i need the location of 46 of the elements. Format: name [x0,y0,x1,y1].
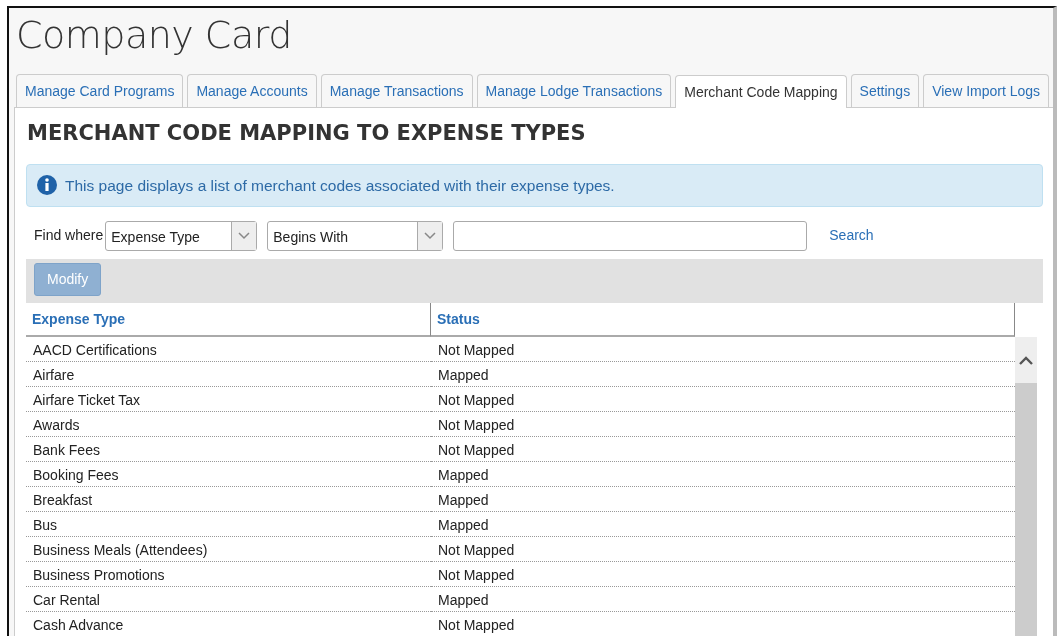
tab[interactable]: Merchant Code Mapping [675,75,847,108]
tab[interactable]: Manage Lodge Transactions [476,74,672,107]
table-cell: Not Mapped [431,411,1015,437]
column-header[interactable]: Status [431,302,1015,337]
dropdown[interactable]: Begins With [267,220,444,251]
table-cell: Mapped [431,461,1015,487]
tab[interactable]: Settings [850,74,920,107]
section-heading: MERCHANT CODE MAPPING TO EXPENSE TYPES [27,120,587,147]
table-cell: Mapped [431,361,1015,387]
table-cell: Business Promotions [26,561,431,587]
table-cell: Car Rental [26,586,431,612]
page-title: Company Card [15,12,293,59]
scroll-up-icon[interactable] [1019,355,1033,366]
table-cell: Not Mapped [431,336,1015,362]
table-cell: Cash Advance [26,611,431,636]
table-cell: Not Mapped [431,611,1015,636]
scrollbar[interactable] [1015,336,1037,636]
table-cell: AACD Certifications [26,336,431,362]
find-label: Find where [34,226,104,246]
table-cell: Not Mapped [431,536,1015,562]
table-cell: Business Meals (Attendees) [26,536,431,562]
table-cell: Not Mapped [431,561,1015,587]
search-link[interactable]: Search [829,225,874,247]
table-cell: Mapped [431,511,1015,537]
table-cell: Bus [26,511,431,537]
table-cell: Airfare Ticket Tax [26,386,431,412]
dropdown[interactable]: Expense Type [105,220,258,251]
table-cell: Airfare [26,361,431,387]
column-header[interactable]: Expense Type [26,302,431,337]
table-cell: Booking Fees [26,461,431,487]
table-cell: Awards [26,411,431,437]
info-text: This page displays a list of merchant codes associated with their expense types. [65,175,615,196]
tab[interactable]: Manage Card Programs [16,74,184,107]
table-cell: Not Mapped [431,386,1015,412]
table-cell: Mapped [431,486,1015,512]
tab[interactable]: Manage Transactions [320,74,473,107]
search-input[interactable] [453,220,808,251]
chevron-down-icon [238,231,251,240]
tab[interactable]: Manage Accounts [187,74,317,107]
info-icon [37,175,57,196]
table-cell: Bank Fees [26,436,431,462]
table-cell: Breakfast [26,486,431,512]
tab[interactable]: View Import Logs [923,74,1050,107]
table-cell: Not Mapped [431,436,1015,462]
chevron-down-icon [424,231,437,240]
table-cell: Mapped [431,586,1015,612]
